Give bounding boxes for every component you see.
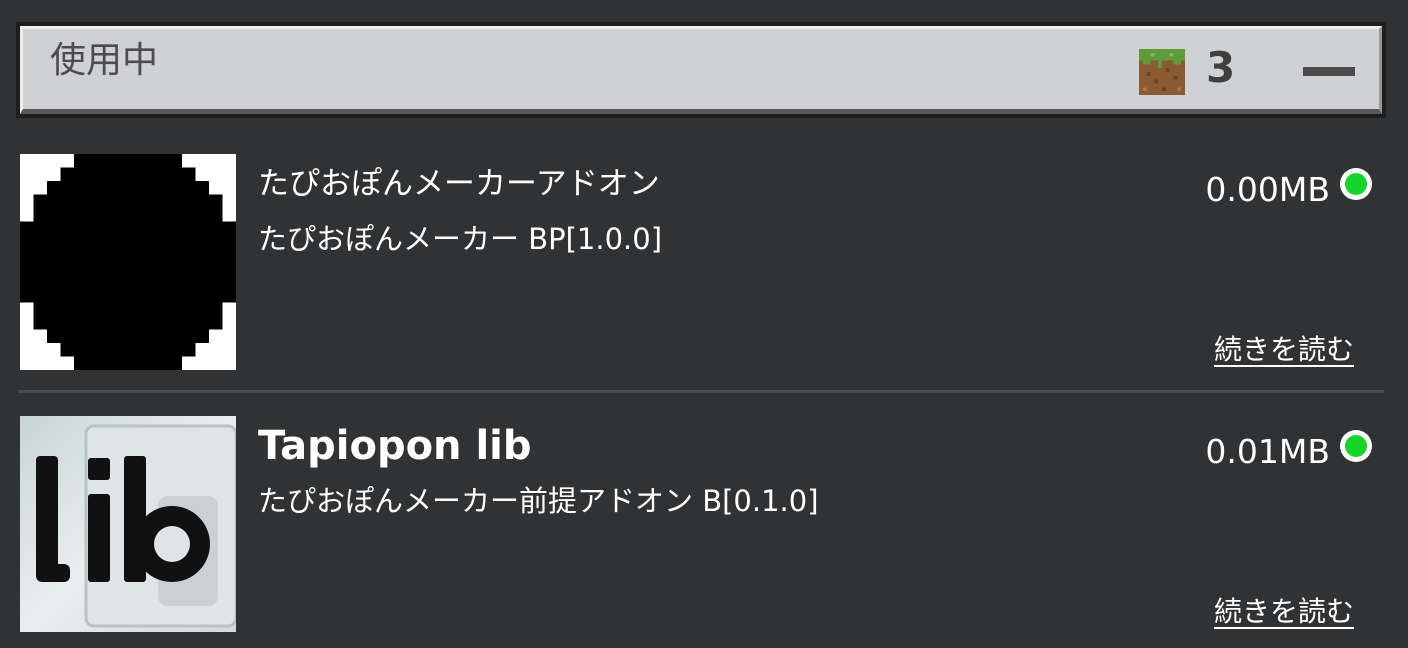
active-packs-header[interactable]: 使用中 3 xyxy=(16,22,1386,118)
collapse-button[interactable] xyxy=(1303,49,1357,93)
pack-name: たぴおぽんメーカーアドオン xyxy=(258,166,660,202)
pack-row[interactable]: Tapiopon lib たぴおぽんメーカー前提アドオン B[0.1.0] 0.… xyxy=(0,408,1408,648)
status-active-icon xyxy=(1340,430,1372,462)
pack-row[interactable]: たぴおぽんメーカーアドオン たぴおぽんメーカー BP[1.0.0] 0.00MB… xyxy=(0,146,1408,386)
pack-count: 3 xyxy=(1206,43,1236,92)
pack-description: たぴおぽんメーカー BP[1.0.0] xyxy=(258,222,663,256)
pack-description: たぴおぽんメーカー前提アドオン B[0.1.0] xyxy=(258,484,819,518)
row-divider xyxy=(18,390,1384,393)
read-more-link[interactable]: 続きを読む xyxy=(1214,328,1354,368)
lib-text-icon xyxy=(20,416,236,632)
pack-size: 0.01MB xyxy=(1205,432,1330,471)
header-title: 使用中 xyxy=(50,40,159,81)
black-circle-pixel-icon xyxy=(20,154,236,370)
grass-block-icon xyxy=(1139,49,1185,95)
pack-name: Tapiopon lib xyxy=(258,423,532,469)
read-more-link[interactable]: 続きを読む xyxy=(1214,590,1354,630)
pack-size: 0.00MB xyxy=(1205,170,1330,209)
minus-icon xyxy=(1303,67,1355,76)
header-panel: 使用中 3 xyxy=(20,26,1382,114)
status-active-icon xyxy=(1340,168,1372,200)
